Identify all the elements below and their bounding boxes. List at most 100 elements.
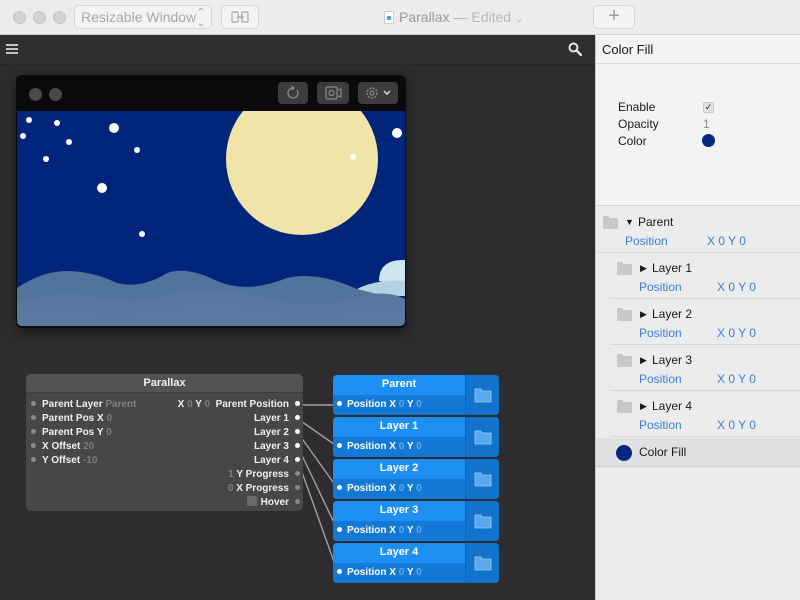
- layer-row-layer-4[interactable]: ▶ Layer 4 Position X 0 Y 0: [610, 391, 800, 437]
- input-port-dot[interactable]: [31, 401, 36, 406]
- x-value[interactable]: 0: [399, 399, 405, 410]
- output-port-dot[interactable]: [295, 429, 300, 434]
- layer-row-color-fill[interactable]: Color Fill: [596, 438, 800, 467]
- output-layer-3[interactable]: Layer 3: [254, 440, 300, 454]
- disclosure-expanded-icon[interactable]: ▼: [625, 217, 634, 227]
- port-value[interactable]: 0: [106, 427, 112, 438]
- layer-row-layer-3[interactable]: ▶ Layer 3 Position X 0 Y 0: [610, 345, 800, 391]
- preview-minimize-dot[interactable]: [49, 88, 62, 101]
- layer-folder-button[interactable]: [465, 501, 499, 541]
- preview-close-dot[interactable]: [29, 88, 42, 101]
- opacity-value[interactable]: 1: [703, 117, 710, 131]
- y-value[interactable]: 0: [416, 525, 422, 536]
- input-parent-layer[interactable]: Parent Layer Parent: [31, 398, 137, 412]
- layer-property-label[interactable]: Position: [639, 418, 682, 432]
- output-y-progress[interactable]: 1 Y Progress: [228, 468, 300, 482]
- output-parent-position[interactable]: X 0 Y 0 Parent Position: [178, 398, 300, 412]
- layer-property-label[interactable]: Position: [639, 326, 682, 340]
- preview-settings-button[interactable]: [358, 82, 398, 104]
- record-button[interactable]: [317, 82, 349, 104]
- input-port-dot[interactable]: [337, 485, 342, 490]
- menu-icon[interactable]: [6, 44, 18, 55]
- output-port-dot[interactable]: [295, 415, 300, 420]
- output-port-dot[interactable]: [295, 457, 300, 462]
- add-button[interactable]: +: [593, 5, 635, 29]
- input-x-offset[interactable]: X Offset 20: [31, 440, 94, 454]
- output-x-progress[interactable]: 0 X Progress: [228, 482, 300, 496]
- parallax-scene[interactable]: [17, 111, 405, 326]
- port-value[interactable]: Parent: [105, 399, 136, 410]
- input-port-dot[interactable]: [31, 457, 36, 462]
- layer-row-layer-2[interactable]: ▶ Layer 2 Position X 0 Y 0: [610, 299, 800, 345]
- output-layer-1[interactable]: Layer 1: [254, 412, 300, 426]
- layer-property-label[interactable]: Position: [625, 234, 668, 248]
- layer-folder-button[interactable]: [465, 543, 499, 583]
- output-port-dot[interactable]: [295, 443, 300, 448]
- layer-folder-button[interactable]: [465, 417, 499, 457]
- output-hover[interactable]: Hover: [246, 496, 300, 510]
- x-value[interactable]: 0: [399, 441, 405, 452]
- layer-node-layer-1[interactable]: Layer 1 Position X 0 Y 0: [333, 417, 499, 457]
- layer-property-value[interactable]: X 0 Y 0: [717, 372, 756, 386]
- layer-property-label[interactable]: Position: [639, 280, 682, 294]
- layer-property-value[interactable]: X 0 Y 0: [717, 326, 756, 340]
- layer-node-position-port[interactable]: Position X 0 Y 0: [333, 563, 465, 583]
- input-parent-pos-y[interactable]: Parent Pos Y 0: [31, 426, 112, 440]
- restart-button[interactable]: [278, 82, 308, 104]
- output-port-dot[interactable]: [295, 499, 300, 504]
- input-port-dot[interactable]: [337, 443, 342, 448]
- output-layer-2[interactable]: Layer 2: [254, 426, 300, 440]
- color-swatch[interactable]: [702, 134, 715, 147]
- output-layer-4[interactable]: Layer 4: [254, 454, 300, 468]
- layer-row-parent[interactable]: ▼ Parent Position X 0 Y 0: [596, 207, 800, 253]
- input-parent-pos-x[interactable]: Parent Pos X 0: [31, 412, 112, 426]
- disclosure-collapsed-icon[interactable]: ▶: [640, 401, 647, 412]
- output-port-dot[interactable]: [295, 471, 300, 476]
- layer-property-value[interactable]: X 0 Y 0: [707, 234, 746, 248]
- layer-property-label[interactable]: Position: [639, 372, 682, 386]
- layer-folder-button[interactable]: [465, 375, 499, 415]
- layer-node-parent[interactable]: Parent Position X 0 Y 0: [333, 375, 499, 415]
- y-value[interactable]: 0: [416, 567, 422, 578]
- enable-checkbox[interactable]: ✓: [703, 102, 714, 113]
- layer-node-position-port[interactable]: Position X 0 Y 0: [333, 437, 465, 457]
- port-value[interactable]: 20: [83, 441, 94, 452]
- device-size-popup[interactable]: Resizable Window ⌃ ⌄: [74, 5, 212, 29]
- parallax-patch-node[interactable]: Parallax Parent Layer Parent Parent Pos …: [26, 374, 303, 511]
- search-icon[interactable]: [568, 42, 582, 56]
- layer-node-layer-2[interactable]: Layer 2 Position X 0 Y 0: [333, 459, 499, 499]
- output-port-dot[interactable]: [295, 485, 300, 490]
- input-y-offset[interactable]: Y Offset -10: [31, 454, 97, 468]
- x-value[interactable]: 0: [399, 525, 405, 536]
- x-value[interactable]: 0: [399, 483, 405, 494]
- layer-node-layer-3[interactable]: Layer 3 Position X 0 Y 0: [333, 501, 499, 541]
- layer-row-layer-1[interactable]: ▶ Layer 1 Position X 0 Y 0: [610, 253, 800, 299]
- layer-node-layer-4[interactable]: Layer 4 Position X 0 Y 0: [333, 543, 499, 583]
- input-port-dot[interactable]: [31, 429, 36, 434]
- input-port-dot[interactable]: [337, 569, 342, 574]
- disclosure-collapsed-icon[interactable]: ▶: [640, 355, 647, 366]
- layer-property-value[interactable]: X 0 Y 0: [717, 418, 756, 432]
- x-value[interactable]: 0: [399, 567, 405, 578]
- layer-folder-button[interactable]: [465, 459, 499, 499]
- disclosure-collapsed-icon[interactable]: ▶: [640, 263, 647, 274]
- input-port-dot[interactable]: [337, 401, 342, 406]
- port-value[interactable]: -10: [83, 455, 97, 466]
- y-value[interactable]: 0: [416, 399, 422, 410]
- layer-property-value[interactable]: X 0 Y 0: [717, 280, 756, 294]
- port-value[interactable]: 0: [106, 413, 112, 424]
- zoom-window-button[interactable]: [53, 11, 66, 24]
- input-port-dot[interactable]: [337, 527, 342, 532]
- input-port-dot[interactable]: [31, 443, 36, 448]
- layer-node-position-port[interactable]: Position X 0 Y 0: [333, 395, 465, 415]
- layer-node-position-port[interactable]: Position X 0 Y 0: [333, 479, 465, 499]
- close-window-button[interactable]: [13, 11, 26, 24]
- mirror-device-button[interactable]: [221, 5, 259, 29]
- disclosure-collapsed-icon[interactable]: ▶: [640, 309, 647, 320]
- layer-node-position-port[interactable]: Position X 0 Y 0: [333, 521, 465, 541]
- patch-canvas[interactable]: [0, 35, 595, 600]
- y-value[interactable]: 0: [416, 483, 422, 494]
- output-port-dot[interactable]: [295, 401, 300, 406]
- prototype-preview[interactable]: [16, 75, 406, 328]
- y-value[interactable]: 0: [416, 441, 422, 452]
